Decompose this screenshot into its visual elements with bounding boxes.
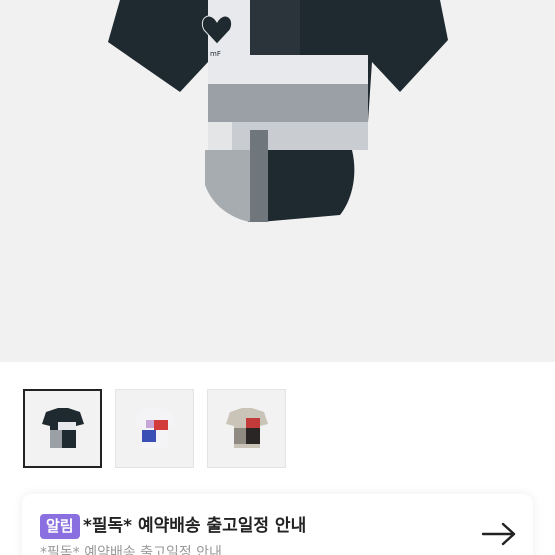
notice-badge: 알림 [40,514,80,539]
tshirt-beige-red-black-icon [225,407,268,448]
tshirt-white-red-blue-icon [133,407,176,448]
svg-text:mF: mF [210,50,221,58]
product-main-image[interactable]: mF [0,0,555,362]
shirt-image-icon: mF [108,0,448,222]
thumbnail-white-red-blue[interactable] [115,389,194,468]
thumbnail-strip [23,389,286,468]
tshirt-black-gray-icon [41,407,84,448]
notice-card[interactable]: 알림 *필독* 예약배송 출고일정 안내 *필독* 예약배송 출고일정 안내 [22,494,533,555]
thumbnail-beige-red-black[interactable] [207,389,286,468]
thumbnail-black-gray[interactable] [23,389,102,468]
notice-title: *필독* 예약배송 출고일정 안내 [83,516,307,536]
notice-subtitle: *필독* 예약배송 출고일정 안내 [40,545,222,555]
arrow-right-icon[interactable] [481,522,517,550]
